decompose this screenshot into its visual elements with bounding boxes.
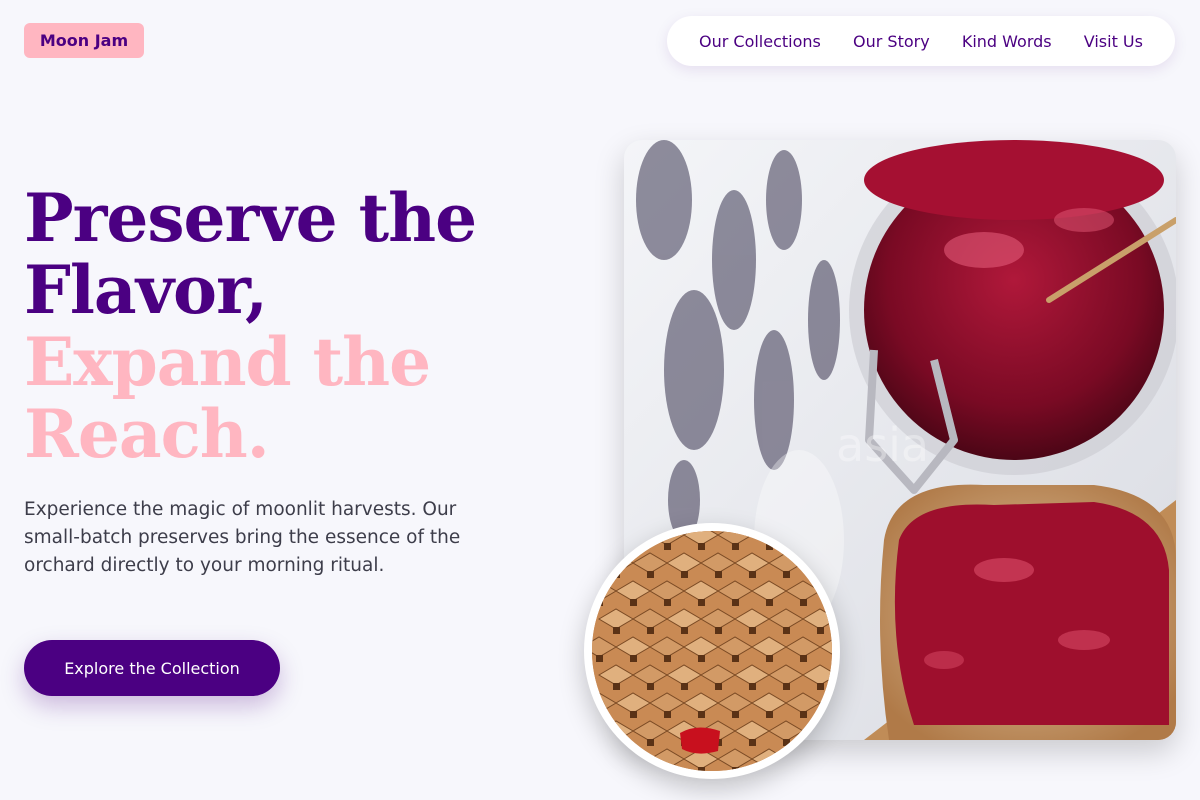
image-watermark: asia bbox=[836, 418, 930, 472]
hero-title: Preserve the Flavor, Expand the Reach. bbox=[24, 182, 544, 470]
nav-our-story[interactable]: Our Story bbox=[853, 32, 930, 51]
nav-kind-words[interactable]: Kind Words bbox=[962, 32, 1052, 51]
hero-description: Experience the magic of moonlit harvests… bbox=[24, 499, 461, 576]
hero-title-line-1: Preserve the bbox=[24, 179, 477, 257]
nav-our-collections[interactable]: Our Collections bbox=[699, 32, 821, 51]
hero-title-line-3: Expand the bbox=[24, 323, 431, 401]
hero-title-line-4: Reach. bbox=[24, 395, 270, 473]
nav-visit-us[interactable]: Visit Us bbox=[1084, 32, 1143, 51]
toast-pattern-image bbox=[584, 523, 840, 779]
hero-title-line-2: Flavor, bbox=[24, 251, 268, 329]
main-nav: Our Collections Our Story Kind Words Vis… bbox=[667, 16, 1175, 66]
explore-collection-button[interactable]: Explore the Collection bbox=[24, 640, 280, 696]
brand-logo[interactable]: Moon Jam bbox=[24, 23, 144, 58]
toast-pattern-photo bbox=[592, 531, 832, 771]
toast-pattern-illustration bbox=[592, 531, 832, 771]
